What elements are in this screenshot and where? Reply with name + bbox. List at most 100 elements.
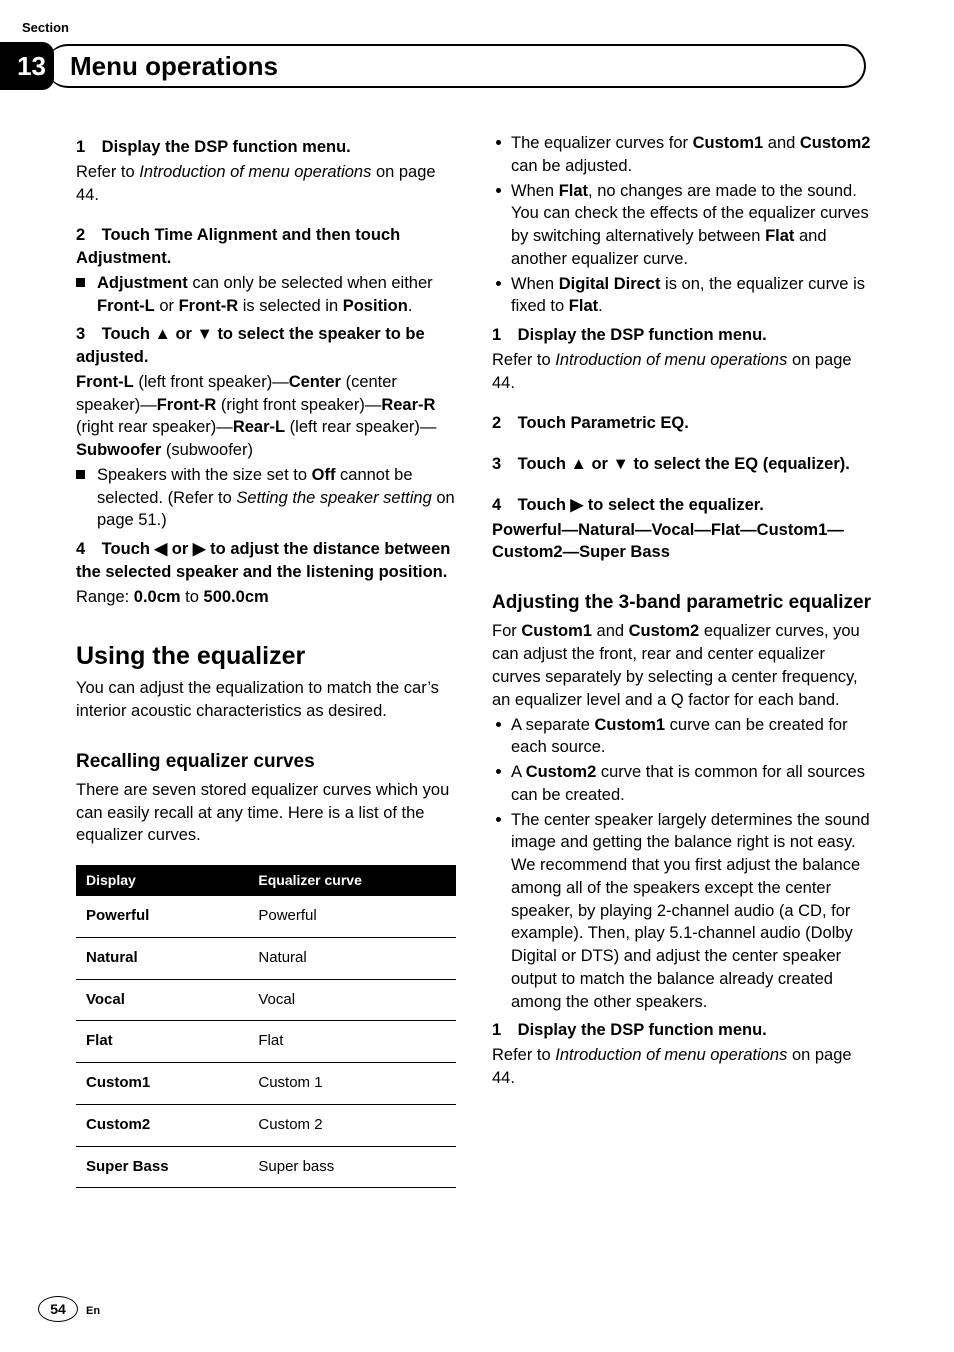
table-row: PowerfulPowerful	[76, 896, 456, 937]
r-stepB-1-body: Refer to Introduction of menu operations…	[492, 1044, 872, 1090]
table-row: Custom1Custom 1	[76, 1063, 456, 1105]
section-title: Menu operations	[70, 51, 278, 82]
r-step-2-head: 2 Touch Parametric EQ.	[492, 412, 872, 435]
step-1-body: Refer to Introduction of menu operations…	[76, 161, 456, 207]
text-bold: Custom2	[800, 134, 871, 152]
heading-3band: Adjusting the 3-band parametric equalize…	[492, 590, 872, 616]
bullet-flat: When Flat, no changes are made to the so…	[492, 180, 872, 271]
ref-italic: Introduction of menu operations	[555, 1046, 787, 1064]
left-column: 1 Display the DSP function menu. Refer t…	[76, 130, 456, 1188]
heading-recall-curves: Recalling equalizer curves	[76, 749, 456, 775]
text-bold: 0.0cm	[134, 588, 181, 606]
note-off: Speakers with the size set to Off cannot…	[76, 464, 456, 532]
th-curve: Equalizer curve	[248, 865, 456, 896]
cell-curve: Custom 2	[248, 1104, 456, 1146]
text-bold: Adjustment	[97, 274, 188, 292]
text-bold: Off	[312, 466, 336, 484]
r-step-1-body: Refer to Introduction of menu operations…	[492, 349, 872, 395]
cell-display: Natural	[76, 938, 248, 980]
bullet-custom2-common: A Custom2 curve that is common for all s…	[492, 761, 872, 807]
bullet-icon	[496, 140, 501, 145]
ref-italic: Introduction of menu operations	[555, 351, 787, 369]
heading-using-equalizer: Using the equalizer	[76, 639, 456, 674]
text-bold: Rear-L	[233, 418, 285, 436]
bullet-custom1-source: A separate Custom1 curve can be created …	[492, 714, 872, 760]
speaker-list: Front-L (left front speaker)—Center (cen…	[76, 371, 456, 462]
cell-display: Custom2	[76, 1104, 248, 1146]
text-bold: Front-R	[179, 297, 239, 315]
footer: 54 En	[38, 1296, 100, 1322]
table-row: NaturalNatural	[76, 938, 456, 980]
bullet-text: The center speaker largely determines th…	[511, 809, 872, 1014]
text: is selected in	[238, 297, 343, 315]
text: (subwoofer)	[161, 441, 253, 459]
text-bold: Custom2	[629, 622, 700, 640]
bullet-center-speaker: The center speaker largely determines th…	[492, 809, 872, 1014]
r-stepB-1-head: 1 Display the DSP function menu.	[492, 1019, 872, 1042]
text-bold: Custom1	[521, 622, 592, 640]
text: .	[598, 297, 603, 315]
note-text: Speakers with the size set to Off cannot…	[97, 464, 456, 532]
section-label: Section	[22, 20, 69, 35]
text-bold: Rear-R	[381, 396, 435, 414]
text-bold: Custom1	[594, 716, 665, 734]
table-row: FlatFlat	[76, 1021, 456, 1063]
text: .	[408, 297, 413, 315]
step-2-head: 2 Touch Time Alignment and then touch Ad…	[76, 224, 456, 270]
section-tab: 13 Menu operations	[0, 42, 866, 90]
using-eq-desc: You can adjust the equalization to match…	[76, 677, 456, 723]
right-column: The equalizer curves for Custom1 and Cus…	[492, 130, 872, 1188]
text: Refer to	[76, 163, 139, 181]
cell-curve: Flat	[248, 1021, 456, 1063]
text: (right front speaker)—	[216, 396, 381, 414]
cell-display: Super Bass	[76, 1146, 248, 1188]
bullet-icon	[496, 281, 501, 286]
cell-curve: Vocal	[248, 979, 456, 1021]
text-bold: Custom1	[693, 134, 764, 152]
cell-display: Custom1	[76, 1063, 248, 1105]
bullet-icon	[496, 188, 501, 193]
square-bullet-icon	[76, 470, 85, 479]
cell-display: Flat	[76, 1021, 248, 1063]
text: Range:	[76, 588, 134, 606]
text: A separate	[511, 716, 594, 734]
bullet-custom-adjust: The equalizer curves for Custom1 and Cus…	[492, 132, 872, 178]
bullet-icon	[496, 769, 501, 774]
cell-curve: Super bass	[248, 1146, 456, 1188]
text: The equalizer curves for	[511, 134, 693, 152]
h3-desc: For Custom1 and Custom2 equalizer curves…	[492, 620, 872, 711]
bullet-icon	[496, 722, 501, 727]
r-step-4-head: 4 Touch ▶ to select the equalizer.	[492, 494, 872, 517]
text-bold: Front-L	[76, 373, 134, 391]
text: (right rear speaker)—	[76, 418, 233, 436]
page: Section 13 Menu operations 1 Display the…	[0, 0, 954, 1352]
header: Section 13 Menu operations	[0, 0, 954, 90]
text-bold: Subwoofer	[76, 441, 161, 459]
cell-display: Vocal	[76, 979, 248, 1021]
bullet-text: When Digital Direct is on, the equalizer…	[511, 273, 872, 319]
table-row: Custom2Custom 2	[76, 1104, 456, 1146]
text: Refer to	[492, 1046, 555, 1064]
r-step-3-head: 3 Touch ▲ or ▼ to select the EQ (equaliz…	[492, 453, 872, 476]
step-1-head: 1 Display the DSP function menu.	[76, 136, 456, 159]
ref-italic: Introduction of menu operations	[139, 163, 371, 181]
table-row: Super BassSuper bass	[76, 1146, 456, 1188]
square-bullet-icon	[76, 278, 85, 287]
text: For	[492, 622, 521, 640]
bullet-text: A Custom2 curve that is common for all s…	[511, 761, 872, 807]
cell-curve: Custom 1	[248, 1063, 456, 1105]
ref-italic: Setting the speaker setting	[236, 489, 431, 507]
step-3-head: 3 Touch ▲ or ▼ to select the speaker to …	[76, 323, 456, 369]
bullet-icon	[496, 817, 501, 822]
content: 1 Display the DSP function menu. Refer t…	[0, 90, 954, 1188]
text: (left rear speaker)—	[285, 418, 436, 436]
table-row: VocalVocal	[76, 979, 456, 1021]
text-bold: 500.0cm	[204, 588, 269, 606]
text: and	[592, 622, 629, 640]
bullet-text: When Flat, no changes are made to the so…	[511, 180, 872, 271]
note-text: Adjustment can only be selected when eit…	[97, 272, 456, 318]
bullet-digital-direct: When Digital Direct is on, the equalizer…	[492, 273, 872, 319]
text: can be adjusted.	[511, 157, 632, 175]
page-number: 54	[38, 1296, 78, 1322]
r-step-1-head: 1 Display the DSP function menu.	[492, 324, 872, 347]
